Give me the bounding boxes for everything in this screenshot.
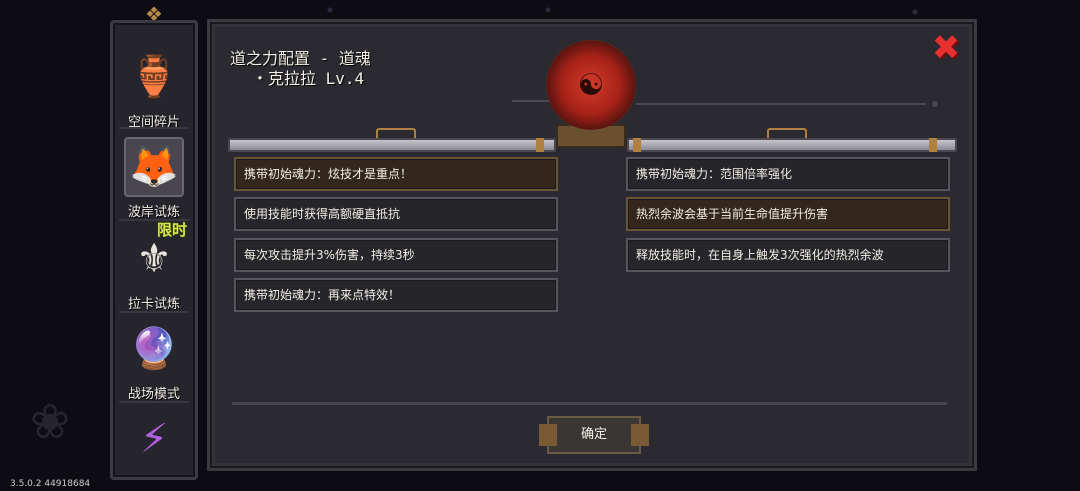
right-option-3[interactable]: 释放技能时，在自身上触发3次强化的热烈余波 — [626, 238, 950, 272]
confirm-button[interactable]: 确定 — [539, 416, 649, 454]
panel-title: 道之力配置 - 道魂 — [230, 49, 371, 68]
left-option-2[interactable]: 使用技能时获得高额硬直抵抗 — [234, 197, 558, 231]
lotus-emblem-icon: ❀ — [29, 394, 71, 450]
left-column-header-bar — [228, 128, 556, 152]
mode-sidebar: 🏺 空间碎片 🦊 波岸试炼 ⚜ 限时 拉卡试炼 🔮 战场模式 ⚡ — [110, 20, 198, 480]
version-label: 3.5.0.2 44918684 — [10, 479, 91, 489]
bar-cap — [633, 138, 641, 152]
sidebar-item-wave-trial[interactable]: 🦊 波岸试炼 — [117, 131, 191, 223]
emblem-decoration-left — [512, 100, 550, 102]
left-option-1[interactable]: 携带初始魂力：炫技才是重点！ — [234, 157, 558, 191]
bar-handle — [376, 128, 416, 138]
close-button[interactable]: ✖ — [930, 31, 962, 65]
right-column-header-bar — [627, 128, 957, 152]
dao-soul-emblem-icon: ☯ — [546, 40, 636, 130]
bar-cap — [536, 138, 544, 152]
bar-cap — [929, 138, 937, 152]
space-fragment-icon: 🏺 — [129, 54, 179, 100]
sidebar-item-battlefield[interactable]: 🔮 战场模式 — [117, 313, 191, 405]
sidebar-item-label: 波岸试炼 — [127, 205, 180, 220]
divider — [119, 127, 189, 129]
sidebar-item-lightning[interactable]: ⚡ — [117, 403, 191, 491]
sidebar-item-laka-trial[interactable]: ⚜ 限时 拉卡试炼 — [117, 221, 191, 315]
bar-handle — [767, 128, 807, 138]
right-option-2[interactable]: 热烈余波会基于当前生命值提升伤害 — [626, 197, 950, 231]
limited-time-badge: 限时 — [157, 221, 188, 239]
left-option-3[interactable]: 每次攻击提升3%伤害，持续3秒 — [234, 238, 558, 272]
arrow-left-icon — [539, 424, 557, 446]
arrow-right-icon — [631, 424, 649, 446]
panel-subtitle: ・克拉拉 Lv.4 — [252, 69, 365, 88]
lightning-icon: ⚡ — [139, 416, 169, 462]
wave-trial-icon: 🦊 — [124, 137, 184, 197]
emblem-decoration-right — [636, 103, 926, 105]
sidebar-item-label: 拉卡试炼 — [127, 297, 180, 312]
decoration-dot — [932, 101, 938, 107]
sidebar-item-space-fragment[interactable]: 🏺 空间碎片 — [117, 41, 191, 133]
right-option-1[interactable]: 携带初始魂力：范围倍率强化 — [626, 157, 950, 191]
battlefield-icon: 🔮 — [129, 326, 179, 372]
sidebar-item-label: 战场模式 — [127, 387, 180, 402]
confirm-label: 确定 — [580, 427, 607, 442]
bottom-divider — [232, 402, 947, 405]
left-option-4[interactable]: 携带初始魂力：再来点特效！ — [234, 278, 558, 312]
